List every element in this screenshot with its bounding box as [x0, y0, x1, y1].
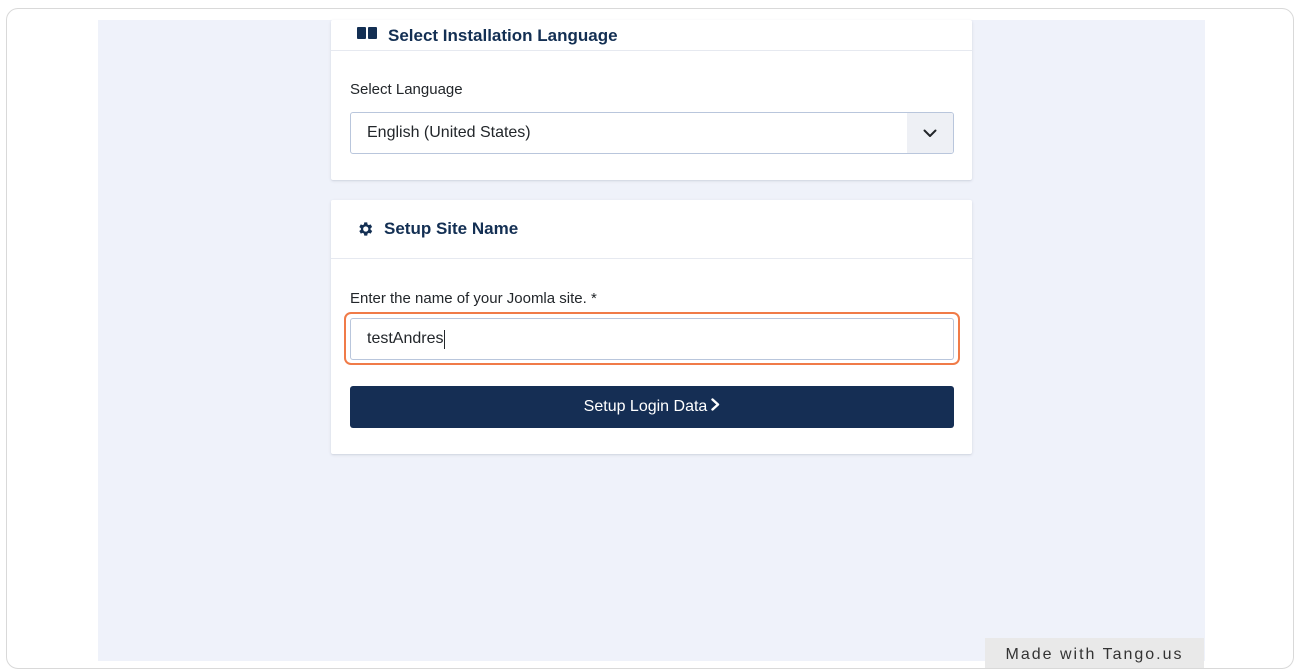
chevron-down-icon[interactable] — [907, 113, 953, 153]
site-name-input[interactable]: testAndres — [350, 318, 954, 360]
tango-watermark: Made with Tango.us — [985, 638, 1204, 668]
select-language-label: Select Language — [350, 81, 463, 98]
setup-login-data-button[interactable]: Setup Login Data — [350, 386, 954, 428]
site-name-label: Enter the name of your Joomla site. * — [350, 290, 597, 307]
site-name-card-header: Setup Site Name — [331, 200, 972, 259]
chevron-right-icon — [711, 398, 720, 416]
language-card-header: Select Installation Language — [331, 20, 972, 51]
language-select[interactable]: English (United States) — [350, 112, 954, 154]
site-name-card-title: Setup Site Name — [384, 219, 519, 238]
gear-icon — [356, 220, 374, 238]
text-caret — [444, 329, 446, 349]
setup-login-data-label: Setup Login Data — [583, 398, 708, 415]
page-viewport: Select Installation Language Select Lang… — [98, 20, 1205, 668]
language-card: Select Installation Language Select Lang… — [331, 20, 972, 180]
language-select-value: English (United States) — [367, 124, 531, 141]
site-name-card: Setup Site Name Enter the name of your J… — [331, 200, 972, 454]
language-card-title: Select Installation Language — [388, 26, 618, 45]
site-name-input-value: testAndres — [367, 330, 444, 347]
language-icon — [356, 25, 378, 41]
screenshot-frame: Select Installation Language Select Lang… — [6, 8, 1294, 669]
language-card-heading: Select Installation Language — [356, 25, 618, 46]
